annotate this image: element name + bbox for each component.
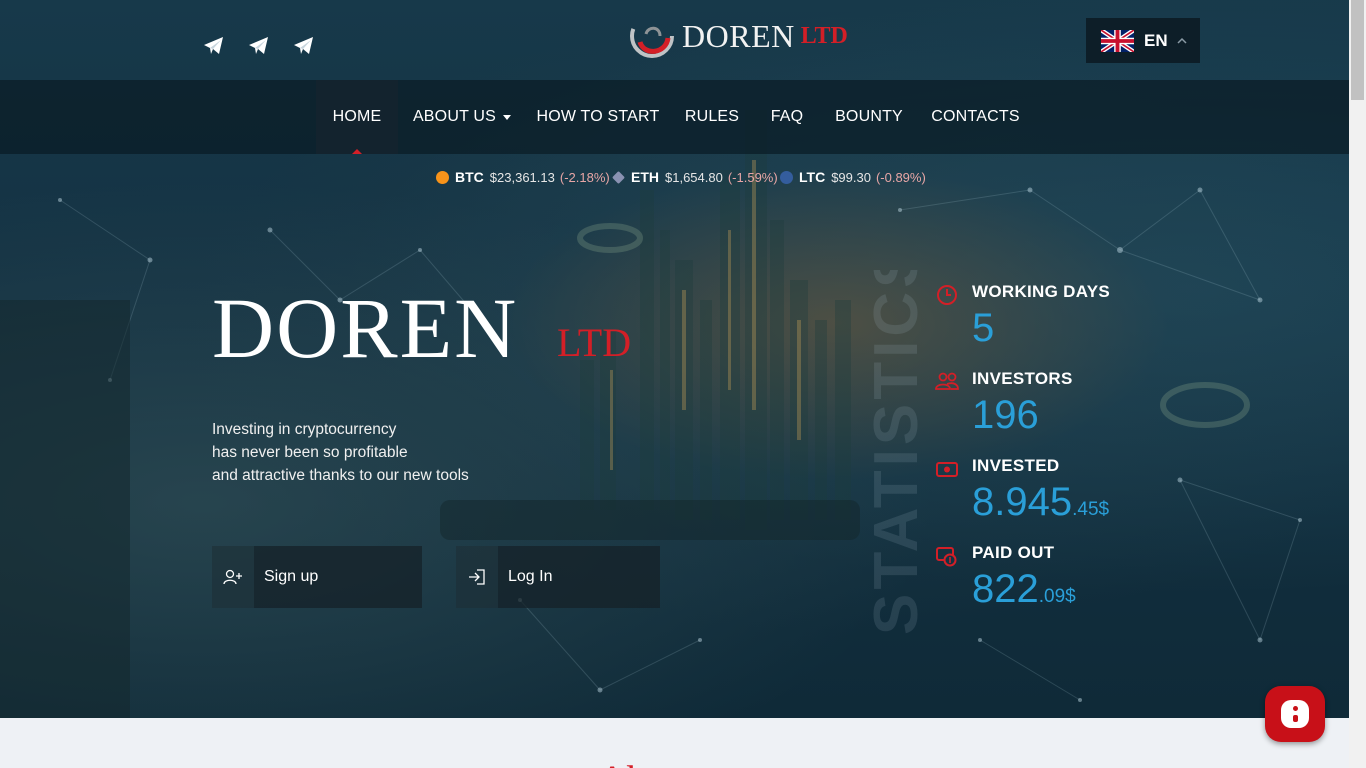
telegram-icon[interactable] — [203, 36, 225, 56]
stat-title: WORKING DAYS — [972, 282, 1111, 301]
nav-item-how-to-start[interactable]: HOW TO START — [536, 80, 660, 154]
tagline-line: has never been so profitable — [212, 444, 408, 461]
clock-icon — [937, 285, 957, 305]
stat-title: INVESTED — [972, 456, 1060, 475]
stat-value-main: 8.945 — [972, 480, 1073, 524]
tagline-line: and attractive thanks to our new tools — [212, 467, 469, 484]
page-scrollbar[interactable] — [1349, 0, 1366, 768]
nav-item-faq[interactable]: FAQ — [764, 80, 810, 154]
ticker-eth: ETH $1,654.80 (-1.59%) — [612, 167, 778, 187]
top-bar: DOREN LTD EN — [0, 0, 1349, 80]
language-selector[interactable]: EN — [1086, 18, 1200, 63]
nav-label: CONTACTS — [931, 108, 1020, 125]
stat-value-cents: .45$ — [1072, 499, 1110, 520]
nav-label: ABOUT US — [412, 108, 497, 125]
ticker-ltc: LTC $99.30 (-0.89%) — [780, 167, 926, 187]
bitcoin-icon — [436, 170, 449, 184]
stat-value-main: 822 — [972, 567, 1039, 611]
caret-down-icon — [503, 114, 512, 120]
scrollbar-thumb[interactable] — [1351, 0, 1364, 100]
svg-text:STATISTICS: STATISTICS — [862, 270, 931, 635]
site-logo[interactable]: DOREN LTD — [628, 8, 848, 64]
hero-brand: DOREN LTD — [212, 280, 631, 376]
ticker-symbol: ETH — [631, 169, 659, 185]
logo-suffix: LTD — [800, 22, 848, 49]
about-heading: Ab — [598, 756, 647, 768]
stat-value: 196 — [972, 393, 1039, 437]
payout-icon — [936, 547, 957, 567]
ticker-symbol: BTC — [455, 169, 484, 185]
stat-value: 8.945.45$ — [972, 478, 1109, 534]
hero-section: DOREN LTD EN HOME ABOUT US HOW TO START … — [0, 0, 1349, 718]
ticker-btc: BTC $23,361.13 (-2.18%) — [436, 167, 610, 187]
cash-icon — [936, 462, 958, 477]
telegram-icon[interactable] — [248, 36, 270, 56]
tagline-line: Investing in cryptocurrency — [212, 421, 397, 438]
ticker-change: (-1.59%) — [727, 169, 778, 185]
ethereum-icon — [612, 170, 625, 184]
ticker-change: (-2.18%) — [559, 169, 610, 185]
stat-value-cents: .09$ — [1038, 586, 1076, 607]
nav-item-about-us[interactable]: ABOUT US — [408, 80, 516, 154]
nav-label: HOME — [332, 108, 382, 125]
users-icon — [935, 372, 959, 390]
stat-value: 822.09$ — [972, 565, 1076, 621]
login-button[interactable]: Log In — [456, 546, 660, 608]
ticker-price: $1,654.80 — [665, 169, 723, 185]
add-user-icon — [212, 546, 254, 608]
ticker-price: $99.30 — [831, 169, 871, 185]
chat-icon — [1281, 700, 1309, 728]
logo-name: DOREN — [682, 17, 795, 54]
chat-widget-button[interactable] — [1265, 686, 1325, 742]
uk-flag-icon — [1101, 29, 1134, 52]
ticker-price: $23,361.13 — [489, 169, 555, 185]
chevron-up-icon — [1177, 37, 1187, 44]
ticker-symbol: LTC — [799, 169, 826, 185]
logo-swirl-icon — [630, 14, 674, 58]
hero-suffix: LTD — [557, 320, 632, 365]
signup-button[interactable]: Sign up — [212, 546, 422, 608]
nav-item-bounty[interactable]: BOUNTY — [830, 80, 908, 154]
hero-title: DOREN — [212, 280, 519, 376]
login-icon — [456, 546, 498, 608]
nav-item-rules[interactable]: RULES — [680, 80, 744, 154]
nav-label: BOUNTY — [835, 108, 903, 125]
stat-title: PAID OUT — [972, 543, 1055, 562]
statistics-watermark: STATISTICS — [862, 270, 931, 635]
nav-item-contacts[interactable]: CONTACTS — [928, 80, 1023, 154]
signup-label: Sign up — [254, 546, 422, 608]
nav-label: HOW TO START — [536, 108, 660, 125]
login-label: Log In — [498, 546, 660, 608]
stat-title: INVESTORS — [972, 369, 1073, 388]
hero-tagline: Investing in cryptocurrency has never be… — [212, 418, 469, 487]
language-label: EN — [1144, 30, 1168, 50]
ticker-change: (-0.89%) — [875, 169, 926, 185]
nav-item-home[interactable]: HOME — [316, 80, 398, 154]
nav-label: FAQ — [770, 108, 804, 125]
litecoin-icon — [780, 170, 793, 184]
main-navigation: HOME ABOUT US HOW TO START RULES FAQ BOU… — [0, 80, 1349, 154]
about-section: Ab — [0, 718, 1349, 768]
nav-label: RULES — [684, 108, 740, 125]
stat-value: 5 — [972, 306, 995, 350]
telegram-icon[interactable] — [293, 36, 315, 56]
